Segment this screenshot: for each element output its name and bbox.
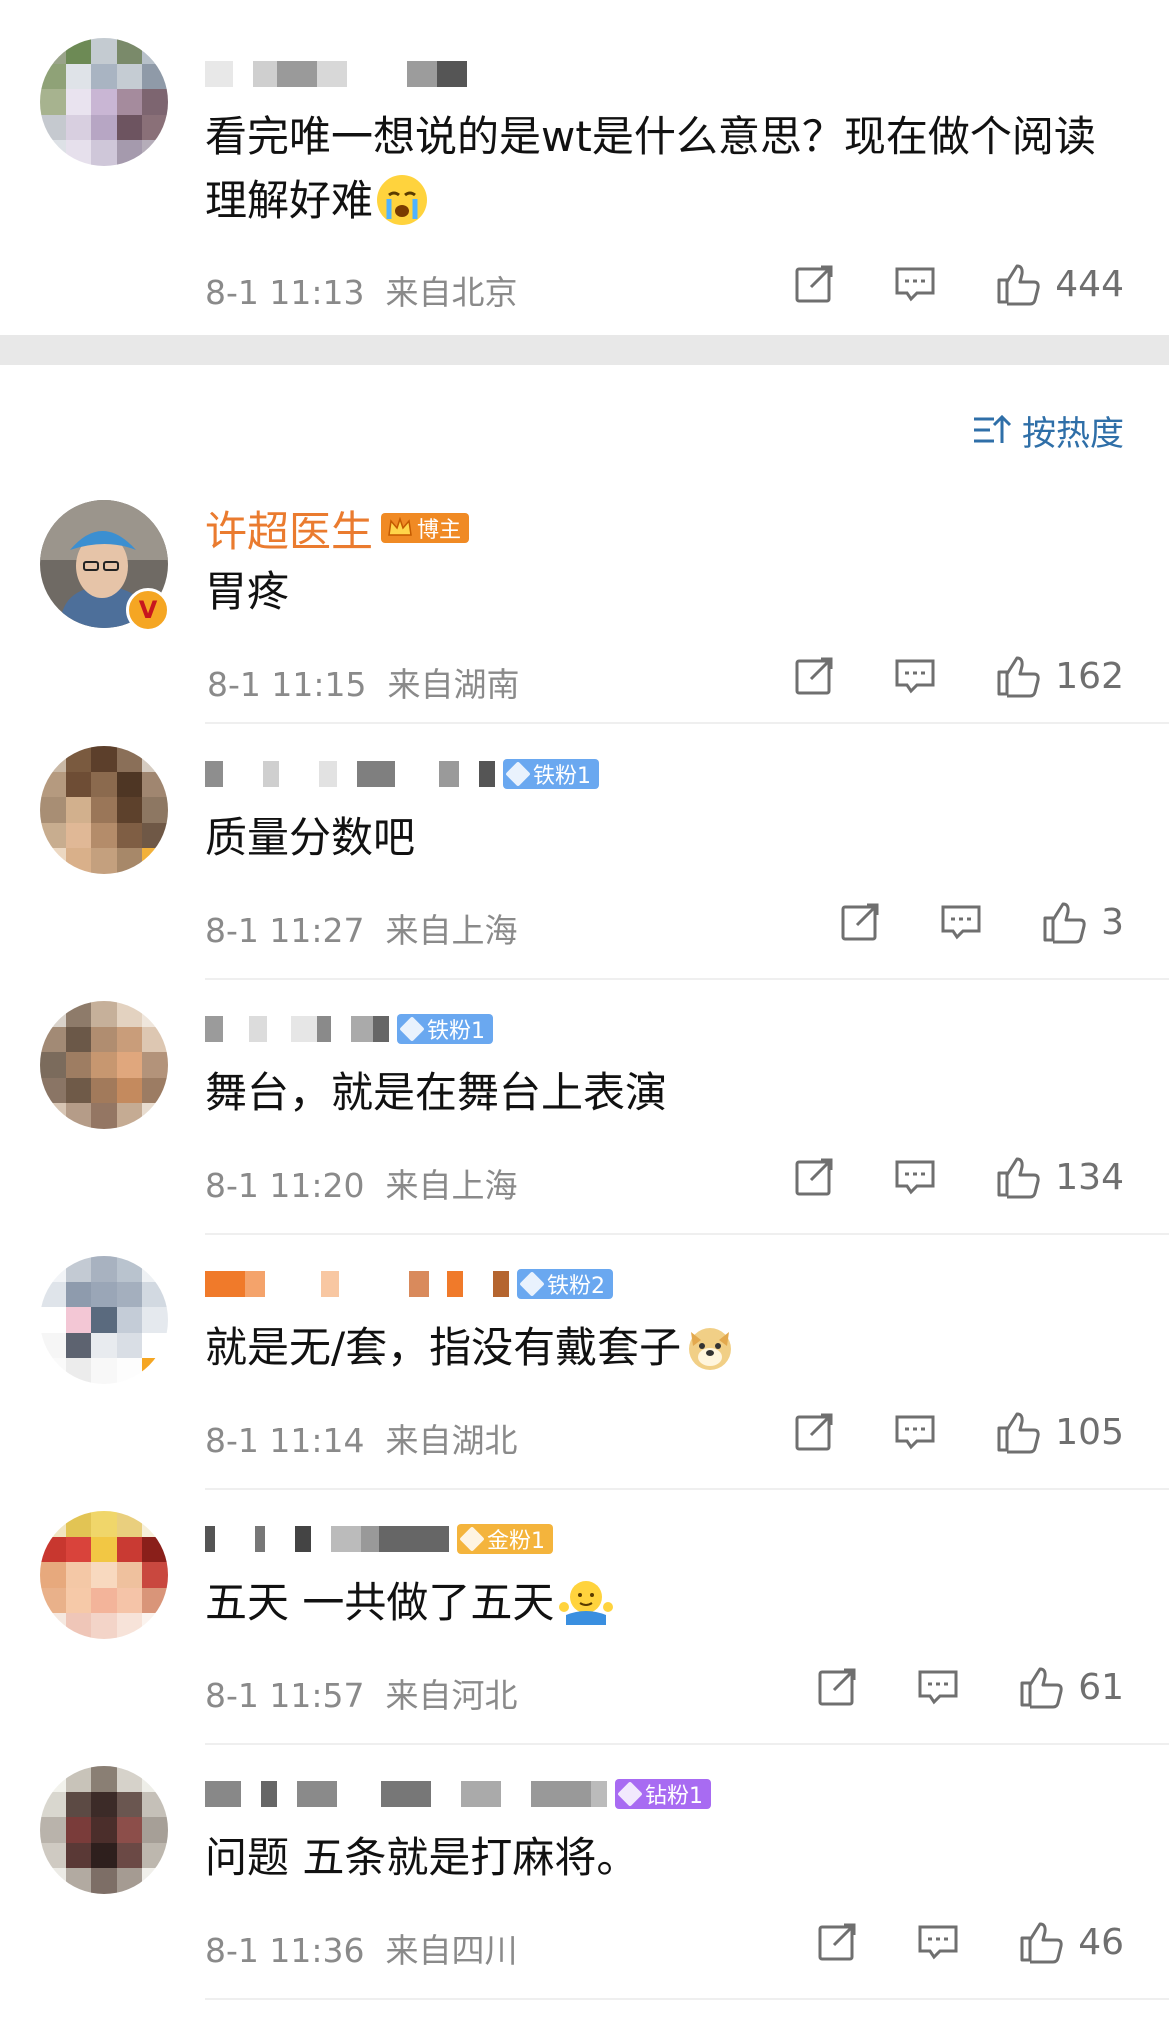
comment-icon <box>918 1925 958 1960</box>
username-text[interactable]: 许超医生 <box>205 498 373 559</box>
share-button[interactable] <box>839 901 881 943</box>
fan-badge: 铁粉1 <box>397 1014 493 1044</box>
comment-icon <box>895 659 935 694</box>
fan-badge: 钻粉1 <box>615 1779 711 1809</box>
comment-actions: 162 <box>793 654 1124 698</box>
username-blurred[interactable]: 铁粉2 <box>205 1262 613 1306</box>
comment-text: 舞台，就是在舞台上表演 <box>205 1068 668 1117</box>
comment-icon <box>895 1160 935 1195</box>
comment-meta: 8-1 11:27 来自上海 <box>205 911 518 950</box>
comment-meta: 8-1 11:20 来自上海 <box>205 1166 518 1205</box>
like-icon <box>997 1157 1040 1199</box>
divider <box>205 1488 1169 1490</box>
comment-meta: 8-1 11:36 来自四川 <box>205 1931 518 1970</box>
comment-text: 质量分数吧 <box>205 813 416 862</box>
like-button[interactable]: 444 <box>995 262 1124 306</box>
like-button[interactable]: 134 <box>995 1155 1124 1199</box>
reply-button[interactable] <box>893 1411 937 1453</box>
verified-badge-icon: V <box>126 588 170 632</box>
fan-badge: 金粉1 <box>457 1524 553 1554</box>
avatar[interactable] <box>40 1256 168 1384</box>
comment-meta: 8-1 11:14 来自湖北 <box>205 1421 518 1460</box>
share-icon <box>795 657 833 695</box>
sort-label: 按热度 <box>1022 413 1124 454</box>
share-icon <box>818 1668 856 1706</box>
reply-button[interactable] <box>893 655 937 697</box>
divider <box>205 722 1169 724</box>
like-button[interactable]: 46 <box>1018 1920 1124 1964</box>
share-button[interactable] <box>793 263 835 305</box>
avatar[interactable] <box>40 1511 168 1639</box>
doge-emoji <box>685 1322 735 1372</box>
comment-actions: 105 <box>793 1410 1124 1454</box>
share-button[interactable] <box>816 1921 858 1963</box>
comment-icon <box>918 1670 958 1705</box>
like-button[interactable]: 61 <box>1018 1665 1124 1709</box>
username-blurred[interactable]: 金粉1 <box>205 1517 553 1561</box>
username-blurred[interactable] <box>205 52 467 96</box>
username[interactable]: 许超医生 博主 <box>205 506 470 556</box>
reply-button[interactable] <box>893 1156 937 1198</box>
share-icon <box>795 1413 833 1451</box>
reply-button[interactable] <box>893 263 937 305</box>
username-blurred[interactable]: 钻粉1 <box>205 1772 711 1816</box>
share-icon <box>841 903 879 941</box>
share-icon <box>818 1923 856 1961</box>
share-button[interactable] <box>793 1156 835 1198</box>
avatar[interactable] <box>40 746 168 874</box>
like-icon <box>1020 1667 1063 1709</box>
comment-meta: 8-1 11:57 来自河北 <box>205 1676 518 1715</box>
reply-button[interactable] <box>939 901 983 943</box>
like-icon <box>997 1412 1040 1454</box>
avatar[interactable] <box>40 1001 168 1129</box>
avatar[interactable] <box>40 1766 168 1894</box>
reply-button[interactable] <box>916 1921 960 1963</box>
reply-button[interactable] <box>916 1666 960 1708</box>
share-button[interactable] <box>816 1666 858 1708</box>
share-button[interactable] <box>793 655 835 697</box>
section-divider <box>0 335 1169 365</box>
username-blurred[interactable]: 铁粉1 <box>205 1007 493 1051</box>
comment-icon <box>895 1415 935 1450</box>
comment-actions: 46 <box>816 1920 1124 1964</box>
comment-text: 看完唯一想说的是wt是什么意思？现在做个阅读理解好难 <box>205 112 1096 225</box>
divider <box>205 1998 1169 2000</box>
sort-icon <box>974 414 1012 443</box>
like-button[interactable]: 162 <box>995 654 1124 698</box>
like-icon <box>997 656 1040 698</box>
divider <box>205 1233 1169 1235</box>
comment-text: 五天 一共做了五天 <box>205 1571 1109 1635</box>
fan-badge: 铁粉2 <box>517 1269 613 1299</box>
comment-text: 问题 五条就是打麻将。 <box>205 1833 639 1882</box>
comment-meta: 8-1 11:13 来自北京 <box>205 273 518 312</box>
divider <box>205 1743 1169 1745</box>
like-icon <box>997 264 1040 306</box>
comment-text: 胃疼 <box>205 567 290 616</box>
host-badge: 博主 <box>381 513 470 543</box>
like-icon <box>1043 902 1086 944</box>
like-button[interactable]: 105 <box>995 1410 1124 1454</box>
comment-icon <box>941 905 981 940</box>
sort-button[interactable]: 按热度 <box>972 405 1124 455</box>
fan-badge: 铁粉1 <box>503 759 599 789</box>
top-comment: 看完唯一想说的是wt是什么意思？现在做个阅读理解好难 8-1 11:13 来自北… <box>0 0 1169 335</box>
share-button[interactable] <box>793 1411 835 1453</box>
share-icon <box>795 265 833 303</box>
like-button[interactable]: 3 <box>1041 900 1124 944</box>
avatar[interactable] <box>40 38 168 166</box>
comment-text: 就是无/套，指没有戴套子 <box>205 1316 1109 1380</box>
divider <box>205 978 1169 980</box>
comment-actions: 61 <box>816 1665 1124 1709</box>
username-blurred[interactable]: 铁粉1 <box>205 752 599 796</box>
shrug-emoji <box>558 1577 614 1627</box>
comment-icon <box>895 267 935 302</box>
like-icon <box>1020 1922 1063 1964</box>
share-icon <box>795 1158 833 1196</box>
crown-icon <box>388 517 412 536</box>
comment-actions: 444 <box>793 262 1124 306</box>
comment-actions: 134 <box>793 1155 1124 1199</box>
comment-actions: 3 <box>839 900 1124 944</box>
comment-meta: 8-1 11:15 来自湖南 <box>207 665 520 704</box>
crying-emoji <box>377 175 428 225</box>
